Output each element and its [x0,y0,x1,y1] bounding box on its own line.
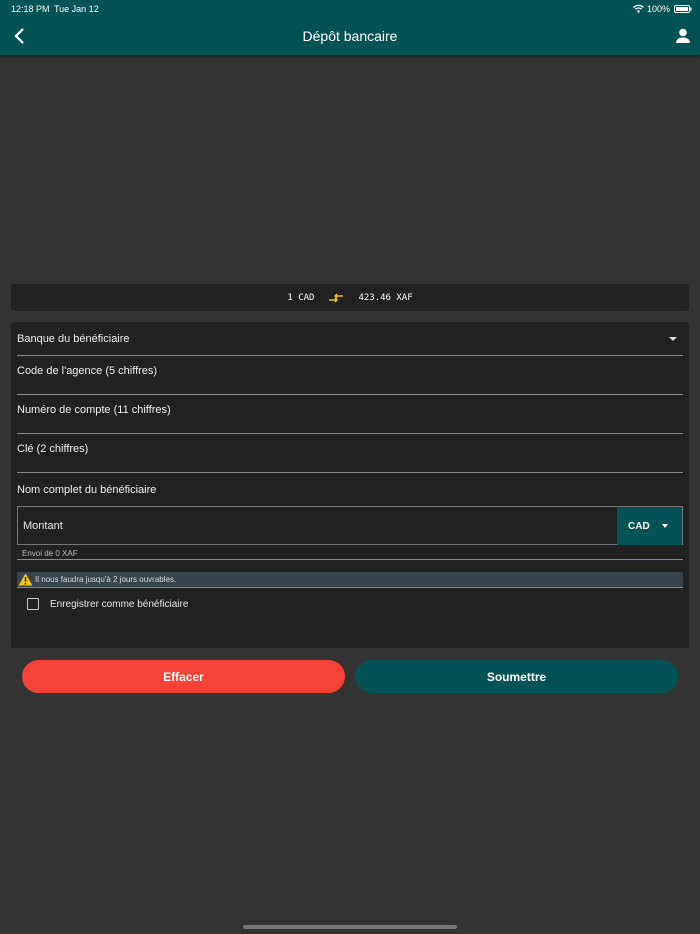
chevron-down-icon [661,524,668,528]
battery-percent: 100% [647,4,671,14]
submit-button[interactable]: Soumettre [355,660,678,693]
bank-select[interactable]: Banque du bénéficiaire [17,322,683,356]
warning-icon [18,573,33,586]
account-placeholder: Numéro de compte (11 chiffres) [17,404,171,416]
page-title: Dépôt bancaire [302,28,398,44]
save-beneficiary-checkbox[interactable]: Enregistrer comme bénéficiaire [27,598,188,610]
account-number-input[interactable]: Numéro de compte (11 chiffres) [17,395,683,434]
chevron-down-icon [669,337,677,341]
status-date: Tue Jan 12 [54,4,99,14]
currency-value: CAD [628,520,650,532]
exchange-icon [329,293,344,302]
home-indicator[interactable] [243,925,457,929]
rate-to: 423.46 XAF [358,292,413,303]
checkbox-box[interactable] [27,598,39,610]
checkbox-label: Enregistrer comme bénéficiaire [50,598,189,610]
warning-banner: Il nous faudra jusqu'à 2 jours ouvrables… [17,572,683,588]
status-time: 12:18 PM [11,4,50,14]
agency-placeholder: Code de l'agence (5 chiffres) [17,365,158,377]
wifi-icon [633,4,644,13]
amount-placeholder: Montant [23,520,63,532]
amount-input[interactable]: Montant CAD [17,506,683,545]
currency-select[interactable]: CAD [617,507,682,545]
rate-from: 1 CAD [287,292,315,303]
warning-text: Il nous faudra jusqu'à 2 jours ouvrables… [35,575,177,584]
bank-label: Banque du bénéficiaire [17,333,130,345]
beneficiary-name-input[interactable]: Nom complet du bénéficiaire [17,473,683,506]
key-placeholder: Clé (2 chiffres) [17,443,89,455]
bank-deposit-form: Banque du bénéficiaire Code de l'agence … [11,322,689,648]
name-placeholder: Nom complet du bénéficiaire [17,484,157,496]
user-icon[interactable] [674,27,692,45]
agency-code-input[interactable]: Code de l'agence (5 chiffres) [17,356,683,395]
battery-icon [674,5,692,13]
app-bar: 12:18 PM Tue Jan 12 100% Dépôt bancaire [0,0,700,55]
clear-button[interactable]: Effacer [22,660,345,693]
sending-amount: Envoi de 0 XAF [17,549,683,560]
key-input[interactable]: Clé (2 chiffres) [17,434,683,473]
exchange-rate-bar: 1 CAD 423.46 XAF [11,284,689,311]
